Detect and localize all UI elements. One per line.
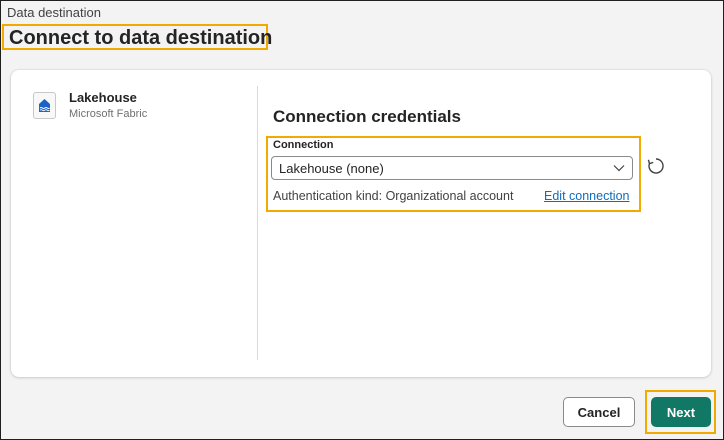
chevron-down-icon bbox=[613, 165, 625, 172]
content-card: Lakehouse Microsoft Fabric Connection cr… bbox=[11, 70, 711, 377]
page-title: Connect to data destination bbox=[9, 27, 273, 49]
destination-name: Lakehouse bbox=[69, 90, 137, 105]
connection-label: Connection bbox=[273, 139, 334, 151]
title-highlight: Connect to data destination bbox=[2, 24, 273, 50]
connection-dropdown[interactable]: Lakehouse (none) bbox=[271, 156, 633, 180]
next-button[interactable]: Next bbox=[651, 397, 711, 427]
connection-dropdown-value: Lakehouse (none) bbox=[279, 161, 384, 176]
refresh-icon[interactable] bbox=[645, 155, 667, 177]
cancel-button[interactable]: Cancel bbox=[563, 397, 635, 427]
lakehouse-icon bbox=[33, 92, 56, 119]
connection-credentials-title: Connection credentials bbox=[273, 107, 461, 126]
destination-subtitle: Microsoft Fabric bbox=[69, 108, 148, 120]
authentication-kind: Authentication kind: Organizational acco… bbox=[273, 189, 514, 203]
breadcrumb: Data destination bbox=[7, 5, 101, 20]
edit-connection-link[interactable]: Edit connection bbox=[544, 189, 629, 203]
vertical-divider bbox=[257, 86, 258, 360]
